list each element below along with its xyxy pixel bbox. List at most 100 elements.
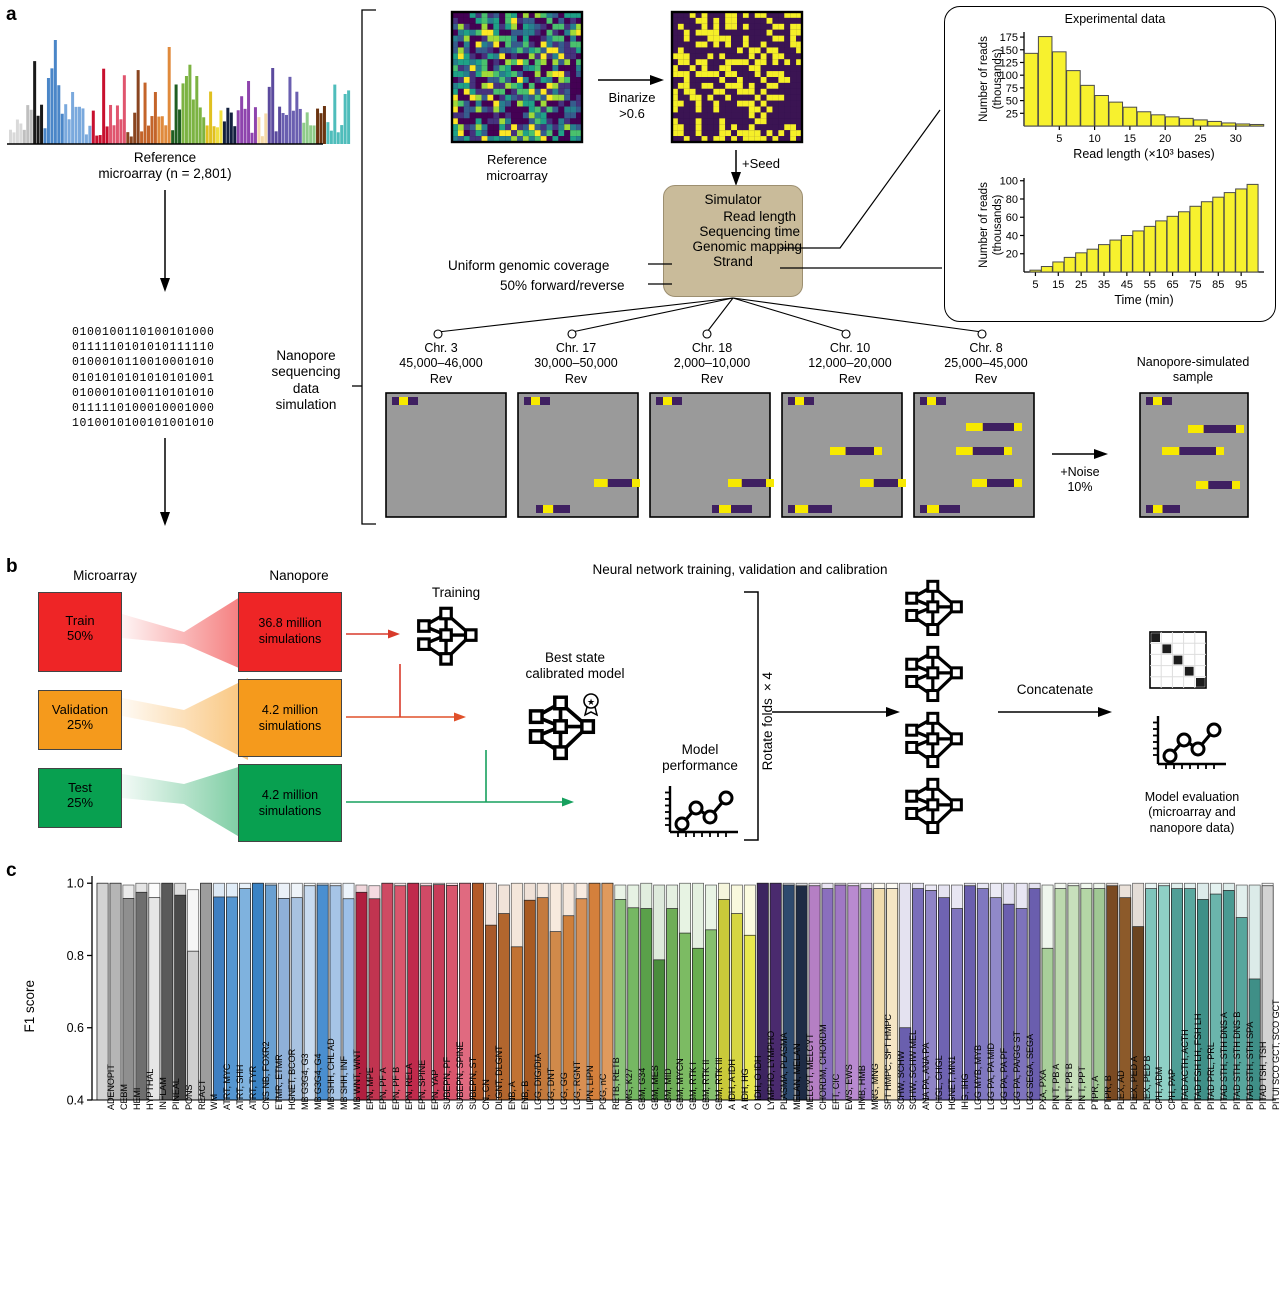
noise-line: +Noise (1060, 465, 1100, 479)
reference-microarray-barchart (5, 18, 351, 148)
f1-category-label: SCHW, SCHW MEL (908, 1030, 919, 1110)
svg-text:★: ★ (587, 697, 595, 707)
f1-category-label: EPN, YAP (429, 1069, 440, 1110)
f1-category-label: PTPR, B (1102, 1075, 1113, 1110)
f1-category-label: A IDH, HG (740, 1068, 751, 1110)
award-badge-icon: ★ (580, 692, 602, 717)
f1-category-label: CHORDM, CHORDM (817, 1024, 828, 1111)
panel-b-col-microarray: Microarray (73, 568, 137, 583)
svg-text:Number of reads: Number of reads (978, 182, 990, 268)
svg-text:15: 15 (1052, 279, 1064, 291)
svg-text:0.8: 0.8 (67, 949, 84, 963)
panel-b-flow-arrows (344, 592, 664, 842)
heatmap-caption: Reference microarray (447, 152, 587, 184)
svg-text:50: 50 (1006, 96, 1018, 108)
f1-category-label: PITAD FSH LH, FSH LH (1193, 1013, 1204, 1110)
forward-reverse-annotation: 50% forward/reverse (500, 278, 625, 293)
f1-category-label: CPH, ADM (1154, 1066, 1165, 1110)
binarize-line: Binarize (608, 90, 656, 105)
f1-category-label: RETB, RETB (610, 1057, 621, 1110)
svg-text:55: 55 (1144, 279, 1156, 291)
simulator-fanout-connectors (390, 296, 1120, 342)
panel-c-letter: c (6, 860, 17, 881)
noise-arrow (1052, 447, 1110, 461)
f1-category-label: IHG, IHG (960, 1073, 971, 1110)
f1-category-label: MB SHH, CHL AD (325, 1038, 336, 1110)
svg-text:(thousands): (thousands) (992, 194, 1004, 255)
chromosome-label-4: Chr. 8 25,000–45,000 Rev (922, 341, 1050, 387)
experimental-data-title: Experimental data (1064, 12, 1166, 26)
binary-line: 0100010100110101010 (72, 386, 215, 400)
binarize-arrow (598, 72, 666, 88)
binary-sequence-block: 0100100110100101000 0111110101010111110 … (72, 325, 247, 431)
svg-text:175: 175 (1000, 32, 1018, 44)
sequencing-time-histogram: 20 40 60 80 100 5 15 25 35 45 55 65 75 85 95 Time (min)… (960, 172, 1270, 314)
model-evaluation-line: (microarray and (1148, 805, 1236, 820)
f1-category-label: GBM, RTK II (701, 1059, 712, 1110)
concatenate-label: Concatenate (1016, 682, 1094, 697)
chromosome-name: Chr. 3 (424, 341, 458, 355)
chromosome-label-3: Chr. 10 12,000–20,000 Rev (786, 341, 914, 387)
f1-category-label: GBM, MID (662, 1068, 673, 1110)
sims-line: 36.8 million (258, 616, 322, 630)
f1-category-label: EPN, MPE (364, 1067, 375, 1110)
f1-category-label: LGG, DNT (546, 1067, 557, 1110)
f1-category-label: ENB, B (520, 1080, 531, 1110)
f1-category-label: ANA PA, ANA PA (921, 1042, 932, 1110)
network-stack (904, 578, 974, 846)
svg-text:0.6: 0.6 (67, 1021, 84, 1035)
f1-category-label: HMB, HMB (856, 1065, 867, 1110)
chromosome-label-1: Chr. 17 30,000–50,000 Rev (512, 341, 640, 387)
chromosome-read-tracks (385, 392, 1036, 521)
f1-category-label: PITAD ACTH, ACTH (1180, 1029, 1191, 1110)
f1-category-label: PITUI SCO GCT, SCO GCT (1270, 999, 1280, 1110)
f1-category-label: PITAD STH, STH DNS A (1219, 1012, 1230, 1110)
f1-category-label: HYPTHAL (144, 1068, 155, 1110)
rotate-folds-bracket (742, 590, 762, 842)
svg-text:Number of reads: Number of reads (978, 36, 990, 122)
f1-category-label: SUBEPN, PF (442, 1056, 453, 1110)
f1-category-label: LGG SEGA, SEGA (1025, 1034, 1035, 1110)
f1-category-label: GBM, MYCN (675, 1058, 686, 1110)
f1-category-label: SFT HMPC, SFT HMPC (882, 1014, 893, 1110)
f1-category-label: HEMI (131, 1087, 142, 1110)
simulated-sample-line: sample (1172, 370, 1214, 385)
svg-text:0.4: 0.4 (67, 1094, 84, 1108)
svg-text:Time (min): Time (min) (1114, 293, 1173, 307)
heatmap-caption-line: Reference (487, 152, 547, 167)
f1-category-label: PLASMA, PLASMA (779, 1032, 790, 1110)
confusion-matrix-icon (1148, 630, 1208, 690)
f1-category-label: MB WNT, WNT (351, 1049, 362, 1110)
f1-category-label: MB G3G4, G3 (300, 1053, 311, 1110)
chromosome-strand: Rev (564, 371, 588, 386)
binary-line: 0111110100010001000 (72, 401, 215, 415)
f1-category-label: A IDH, A IDH (727, 1059, 738, 1110)
f1-category-label: WM (209, 1094, 220, 1110)
simulated-sample-line: Nanopore-simulated (1136, 355, 1250, 369)
f1-category-label: SUBEPN, SPINE (455, 1041, 466, 1110)
split-name: Validation (51, 702, 109, 717)
f1-category-label: CEBM (118, 1084, 129, 1110)
f1-category-label: MELAN, MELAN (791, 1043, 802, 1110)
split-name: Test (68, 780, 92, 795)
svg-text:65: 65 (1166, 279, 1178, 291)
f1-category-label: SUBEPN, ST (468, 1056, 479, 1110)
f1-category-label: GBM, MES (649, 1065, 660, 1110)
model-evaluation-caption: Model evaluation (microarray and nanopor… (1112, 790, 1272, 836)
svg-text:60: 60 (1006, 212, 1018, 224)
binary-line: 0100010110010001010 (72, 356, 215, 370)
svg-text:(thousands): (thousands) (992, 48, 1004, 109)
svg-text:95: 95 (1235, 279, 1247, 291)
nanopore-train-box: 36.8 million simulations (238, 592, 342, 672)
f1-category-label: DMG, K27 (623, 1068, 634, 1110)
svg-text:40: 40 (1006, 230, 1018, 242)
f1-category-label: PTPR, A (1089, 1075, 1100, 1110)
noise-line: 10% (1067, 480, 1093, 495)
f1-category-label: INFLAM (157, 1077, 168, 1110)
svg-text:75: 75 (1189, 279, 1201, 291)
nanopore-sim-line: data (292, 380, 320, 396)
reference-microarray-caption-line1: Reference (133, 150, 197, 165)
f1-category-label: PIN T, PB B (1063, 1063, 1074, 1110)
binary-line: 1010010100101001010 (72, 417, 215, 431)
chromosome-name: Chr. 18 (691, 341, 733, 355)
